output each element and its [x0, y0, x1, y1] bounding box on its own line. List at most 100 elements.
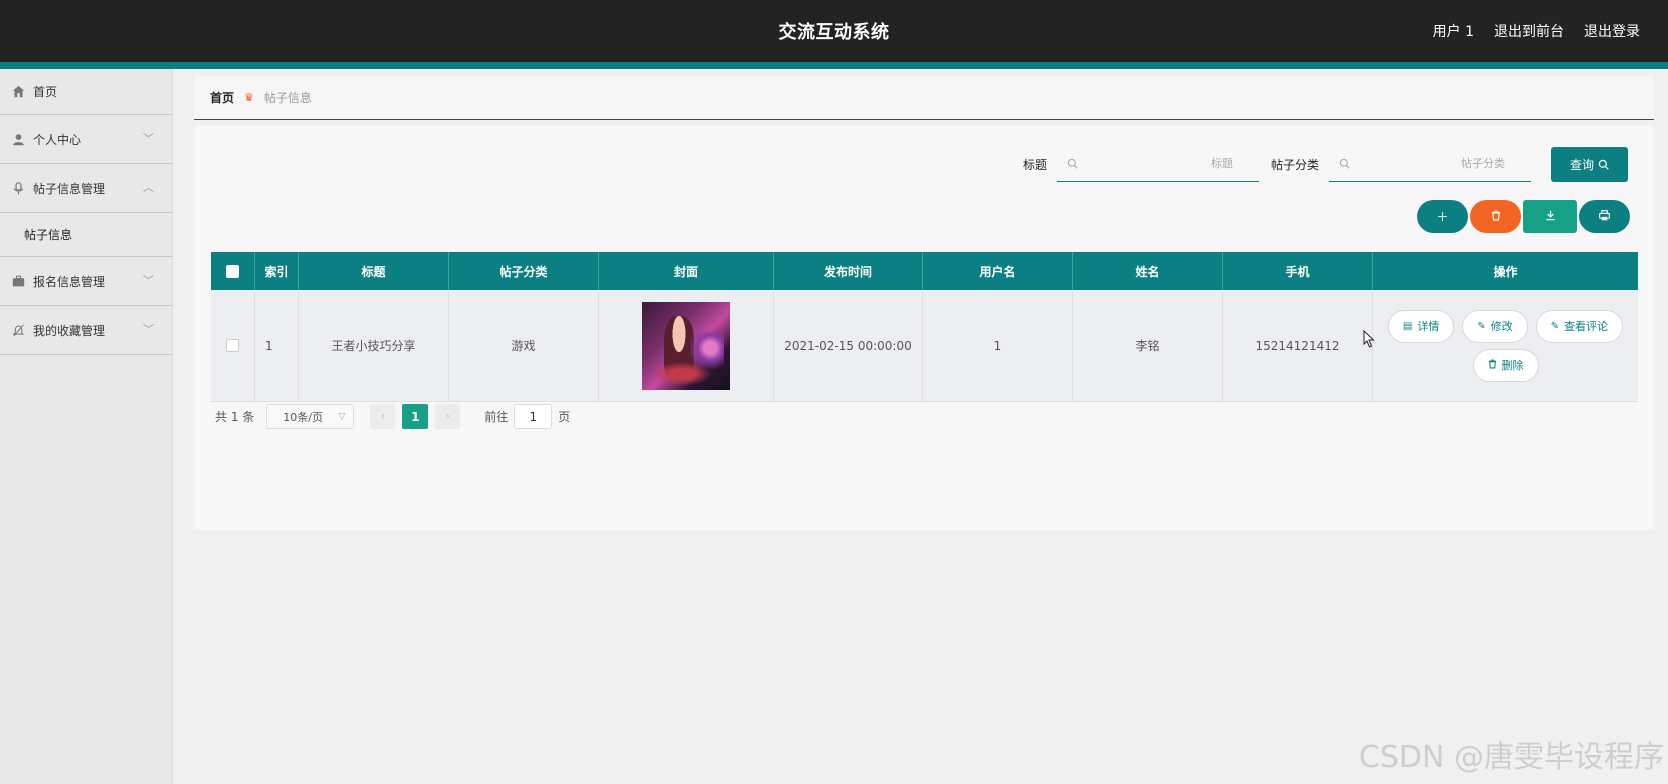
chevron-down-icon: ﹀: [143, 323, 154, 337]
chevron-down-icon: ﹀: [143, 132, 154, 146]
cell-publish-time: 2021-02-15 00:00:00: [774, 290, 923, 401]
page-suffix-label: 页: [558, 410, 571, 424]
trash-icon: [1491, 210, 1501, 224]
search-icon: [1067, 158, 1078, 172]
header-links: 用户 1 退出到前台 退出登录: [1433, 21, 1640, 41]
prev-page-button[interactable]: ‹: [370, 404, 396, 429]
search-icon: [1339, 158, 1350, 172]
mouse-cursor-icon: [1363, 329, 1375, 352]
sidebar-item-favorites-management[interactable]: 我的收藏管理 ﹀: [0, 306, 172, 355]
logout-link[interactable]: 退出登录: [1584, 21, 1640, 41]
pagination: 共 1 条 10条/页 ▽ ‹ 1 › 前往 1 页: [215, 404, 570, 429]
table-header: 索引 标题 帖子分类 封面 发布时间 用户名 姓名 手机 操作: [211, 252, 1638, 290]
app-title: 交流互动系统: [778, 22, 890, 43]
cover-image[interactable]: [642, 301, 730, 390]
column-header: 用户名: [923, 252, 1073, 290]
edit-icon: ✎: [1477, 320, 1486, 332]
user-icon: [11, 132, 25, 146]
export-button[interactable]: [1523, 200, 1577, 233]
document-icon: ▤: [1402, 320, 1413, 332]
column-header: 标题: [299, 252, 449, 290]
goto-label: 前往: [484, 410, 509, 424]
detail-button[interactable]: ▤ 详情: [1387, 309, 1455, 343]
row-checkbox[interactable]: [226, 339, 239, 352]
search-icon: [1598, 159, 1609, 170]
main-content: 首页 ♛ 帖子信息 标题 帖子分类 查询: [173, 69, 1668, 784]
detail-button-label: 详情: [1417, 320, 1440, 333]
breadcrumb-home[interactable]: 首页: [210, 89, 234, 106]
cell-phone: 15214121412: [1223, 290, 1373, 401]
goto-page-input[interactable]: 1: [514, 404, 553, 429]
sidebar-subitem-post-info[interactable]: 帖子信息: [0, 213, 172, 257]
edit-icon: ✎: [1550, 320, 1560, 332]
current-user[interactable]: 用户 1: [1433, 21, 1474, 41]
add-button[interactable]: ＋: [1417, 200, 1468, 233]
column-header: 封面: [599, 252, 774, 290]
cell-actions: ▤ 详情 ✎ 修改 ✎ 查看评论 删除: [1373, 290, 1638, 401]
page-size-value: 10条/页: [283, 410, 323, 424]
sidebar-item-label: 帖子信息管理: [33, 181, 106, 196]
category-search-field: [1329, 147, 1531, 182]
column-header: 帖子分类: [449, 252, 599, 290]
chevron-right-icon: ›: [445, 411, 450, 422]
category-search-input[interactable]: [1329, 147, 1531, 181]
chevron-left-icon: ‹: [380, 411, 385, 422]
post-table: 索引 标题 帖子分类 封面 发布时间 用户名 姓名 手机 操作 1 王者小技巧分…: [211, 252, 1638, 402]
chevron-down-icon: ﹀: [143, 274, 154, 288]
cell-username: 1: [923, 290, 1073, 401]
category-search-label: 帖子分类: [1270, 158, 1319, 172]
sidebar-item-label: 报名信息管理: [33, 274, 106, 289]
sidebar-item-label: 首页: [33, 85, 58, 99]
title-search-input[interactable]: [1056, 147, 1259, 181]
batch-delete-button[interactable]: [1470, 200, 1521, 233]
table-row: 1 王者小技巧分享 游戏 2021-02-15 00:00:00 1 李铭 15…: [211, 290, 1638, 402]
sidebar-item-label: 个人中心: [33, 132, 82, 147]
page-size-select[interactable]: 10条/页 ▽: [266, 404, 355, 429]
breadcrumb: 首页 ♛ 帖子信息: [194, 76, 1654, 120]
toolbar-actions: ＋: [1417, 200, 1630, 233]
cover-accent-shape: [652, 361, 712, 386]
view-comments-button[interactable]: ✎ 查看评论: [1535, 309, 1624, 343]
sidebar-item-personal-center[interactable]: 个人中心 ﹀: [0, 115, 172, 164]
cell-title: 王者小技巧分享: [299, 290, 449, 401]
pagination-total: 共 1 条: [215, 410, 255, 424]
download-icon: [1545, 210, 1556, 224]
page-number-button[interactable]: 1: [402, 404, 429, 429]
query-button[interactable]: 查询: [1551, 147, 1628, 182]
edit-button[interactable]: ✎ 修改: [1462, 309, 1528, 343]
column-header: 姓名: [1073, 252, 1223, 290]
delete-button[interactable]: 删除: [1472, 348, 1539, 382]
sidebar-item-home[interactable]: 首页: [0, 69, 172, 115]
sidebar-item-post-management[interactable]: 帖子信息管理 ︿: [0, 164, 172, 213]
header-accent-line: [0, 62, 1668, 69]
sidebar-item-registration-management[interactable]: 报名信息管理 ﹀: [0, 257, 172, 306]
row-select-cell: [211, 290, 255, 401]
trash-icon: [1488, 359, 1497, 372]
row-action-group: ▤ 详情 ✎ 修改 ✎ 查看评论 删除: [1381, 309, 1631, 382]
print-button[interactable]: [1579, 200, 1630, 233]
next-page-button[interactable]: ›: [435, 404, 461, 429]
front-link[interactable]: 退出到前台: [1494, 21, 1564, 41]
printer-icon: [1599, 209, 1610, 224]
view-comments-button-label: 查看评论: [1564, 320, 1609, 333]
home-icon: [11, 85, 25, 99]
column-header: 索引: [255, 252, 299, 290]
watermark: CSDN @唐雯毕设程序: [1358, 740, 1664, 775]
select-all-cell: [211, 252, 255, 290]
chevron-up-icon: ︿: [143, 181, 154, 195]
edit-button-label: 修改: [1490, 320, 1513, 333]
cell-category: 游戏: [449, 290, 599, 401]
sidebar-item-label: 我的收藏管理: [33, 323, 106, 338]
title-search-field: [1056, 147, 1259, 182]
breadcrumb-separator-icon: ♛: [244, 91, 254, 104]
title-search-label: 标题: [1022, 158, 1047, 172]
query-button-label: 查询: [1569, 158, 1594, 172]
search-bar: 标题 帖子分类 查询: [1023, 147, 1628, 182]
column-header: 操作: [1493, 264, 1518, 279]
plus-icon: ＋: [1436, 210, 1449, 224]
sidebar: 首页 个人中心 ﹀ 帖子信息管理 ︿ 帖子信息 报名信息管理 ﹀ 我的收藏管理 …: [0, 69, 173, 784]
chevron-down-icon: ▽: [338, 411, 346, 422]
select-all-checkbox[interactable]: [226, 264, 239, 278]
delete-button-label: 删除: [1501, 359, 1524, 372]
mic-icon: [11, 181, 25, 195]
